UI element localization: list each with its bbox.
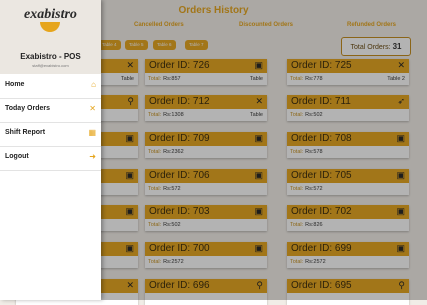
- drawer-app-title: Exabistro - POS: [20, 52, 81, 61]
- drawer-header: exabistro Exabistro - POS staff@exabistr…: [0, 0, 101, 74]
- calendar-icon: ▦: [88, 128, 96, 137]
- drawer-user-email: staff@exabistro.com: [32, 63, 69, 68]
- menu-item-shift-report[interactable]: Shift Report ▦: [0, 122, 101, 147]
- menu-item-logout[interactable]: Logout ➜: [0, 146, 101, 171]
- menu-item-label: Shift Report: [5, 129, 46, 136]
- home-icon: ⌂: [91, 80, 96, 89]
- navigation-drawer: exabistro Exabistro - POS staff@exabistr…: [0, 0, 101, 300]
- menu-item-today-orders[interactable]: Today Orders ✕: [0, 98, 101, 123]
- cutlery-icon: ✕: [89, 104, 96, 113]
- logout-icon: ➜: [89, 152, 96, 161]
- bowl-icon: [40, 22, 60, 32]
- menu-item-label: Logout: [5, 153, 29, 160]
- menu-item-home[interactable]: Home ⌂: [0, 74, 101, 99]
- menu-item-label: Home: [5, 81, 25, 88]
- menu-item-label: Today Orders: [5, 105, 50, 112]
- brand-logo: exabistro: [24, 7, 77, 22]
